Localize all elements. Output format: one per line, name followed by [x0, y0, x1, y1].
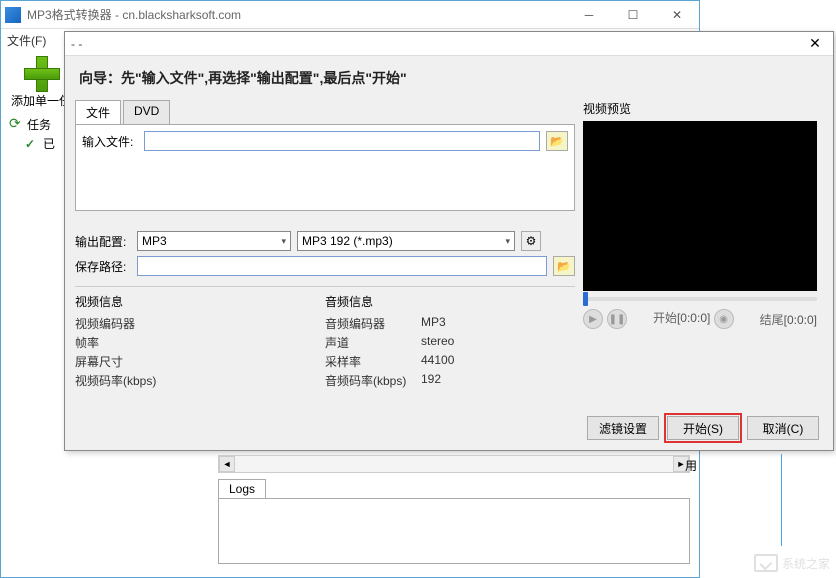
input-file-field[interactable] [144, 131, 540, 151]
video-info: 视频信息 视频编码器 帧率 屏幕尺寸 视频码率(kbps) [75, 293, 325, 390]
preview-label: 视频预览 [583, 100, 817, 117]
screensize-label: 屏幕尺寸 [75, 353, 171, 370]
add-single-task-button[interactable]: 添加单一任 [11, 54, 71, 109]
format-selected: MP3 [142, 234, 167, 248]
app-icon [5, 7, 21, 23]
start-time-label: 开始 [653, 311, 677, 325]
video-encoder-label: 视频编码器 [75, 315, 171, 332]
tab-dvd[interactable]: DVD [123, 100, 170, 124]
audio-bitrate-label: 音频码率(kbps) [325, 372, 421, 389]
pause-button[interactable]: ❚❚ [607, 309, 627, 329]
left-pane: 文件 DVD 输入文件: 输出配置: MP3 ▾ [75, 100, 575, 390]
window-controls: ─ ☐ ✕ [567, 1, 699, 29]
tab-file[interactable]: 文件 [75, 100, 121, 124]
gear-icon: ⚙ [526, 234, 537, 248]
titlebar: MP3格式转换器 - cn.blacksharksoft.com ─ ☐ ✕ [1, 1, 699, 29]
chevron-down-icon: ▾ [281, 236, 286, 247]
folder-icon [550, 134, 564, 148]
format-select[interactable]: MP3 ▾ [137, 231, 291, 251]
bottom-area: ◄ ► Logs [218, 455, 690, 564]
tree-label: 已 [43, 135, 55, 152]
folder-icon [557, 259, 571, 273]
channel-label: 声道 [325, 334, 421, 351]
refresh-icon [9, 118, 23, 132]
close-button[interactable]: ✕ [655, 1, 699, 29]
dialog-close-button[interactable]: ✕ [803, 34, 827, 54]
video-preview [583, 121, 817, 291]
horizontal-scrollbar[interactable]: ◄ ► [218, 455, 690, 473]
tab-content-file: 输入文件: [75, 125, 575, 211]
play-button[interactable]: ▶ [583, 309, 603, 329]
divider-line [781, 454, 782, 546]
logs-textarea[interactable] [218, 498, 690, 564]
preset-select[interactable]: MP3 192 (*.mp3) ▾ [297, 231, 515, 251]
input-tabs: 文件 DVD [75, 100, 575, 125]
tree-label: 任务 [27, 116, 51, 133]
chevron-down-icon: ▾ [505, 236, 510, 247]
cancel-button[interactable]: 取消(C) [747, 416, 819, 440]
add-single-label: 添加单一任 [11, 92, 71, 109]
check-icon [25, 137, 39, 151]
preset-settings-button[interactable]: ⚙ [521, 231, 541, 251]
watermark: 系统之家 [754, 554, 830, 572]
scroll-left-button[interactable]: ◄ [219, 456, 235, 472]
audio-info-heading: 音频信息 [325, 293, 575, 310]
wizard-dialog: - - ✕ 向导：先"输入文件",再选择"输出配置",最后点"开始" 文件 DV… [64, 31, 834, 451]
browse-input-button[interactable] [546, 131, 568, 151]
transport-controls: ▶ ❚❚ 开始[0:0:0] ◉ 结尾[0:0:0] [583, 309, 817, 329]
output-config-label: 输出配置: [75, 233, 131, 250]
end-time-label: 结尾 [760, 313, 784, 327]
house-icon [754, 554, 778, 572]
input-file-label: 输入文件: [82, 133, 138, 150]
channel-value: stereo [421, 334, 454, 351]
seek-slider[interactable] [583, 297, 817, 301]
dialog-titlebar: - - ✕ [65, 32, 833, 56]
save-path-field[interactable] [137, 256, 547, 276]
preview-pane: 视频预览 ▶ ❚❚ 开始[0:0:0] ◉ 结尾[0:0:0] [583, 100, 817, 390]
use-label: 用 [685, 457, 697, 474]
seek-thumb[interactable] [583, 292, 588, 306]
minimize-button[interactable]: ─ [567, 1, 611, 29]
plus-icon [22, 54, 60, 92]
start-button[interactable]: 开始(S) [667, 416, 739, 440]
menu-file[interactable]: 文件(F) [7, 32, 46, 49]
info-section: 视频信息 视频编码器 帧率 屏幕尺寸 视频码率(kbps) 音频信息 音频编码器… [75, 286, 575, 390]
window-title: MP3格式转换器 - cn.blacksharksoft.com [27, 6, 567, 23]
browse-save-button[interactable] [553, 256, 575, 276]
audio-encoder-value: MP3 [421, 315, 446, 332]
dialog-title: - - [71, 37, 803, 51]
dialog-footer: 滤镜设置 开始(S) 取消(C) [587, 416, 819, 440]
audio-info: 音频信息 音频编码器MP3 声道stereo 采样率44100 音频码率(kbp… [325, 293, 575, 390]
end-time-value: [0:0:0] [784, 313, 817, 327]
start-time-value: [0:0:0] [677, 311, 710, 325]
save-path-label: 保存路径: [75, 258, 131, 275]
samplerate-value: 44100 [421, 353, 454, 370]
preset-selected: MP3 192 (*.mp3) [302, 234, 393, 248]
framerate-label: 帧率 [75, 334, 171, 351]
audio-bitrate-value: 192 [421, 372, 441, 389]
wizard-instruction: 向导：先"输入文件",再选择"输出配置",最后点"开始" [65, 56, 833, 100]
samplerate-label: 采样率 [325, 353, 421, 370]
watermark-text: 系统之家 [782, 555, 830, 572]
filter-settings-button[interactable]: 滤镜设置 [587, 416, 659, 440]
video-info-heading: 视频信息 [75, 293, 325, 310]
mark-start-button[interactable]: ◉ [714, 309, 734, 329]
video-bitrate-label: 视频码率(kbps) [75, 372, 171, 389]
logs-tab[interactable]: Logs [218, 479, 266, 498]
maximize-button[interactable]: ☐ [611, 1, 655, 29]
audio-encoder-label: 音频编码器 [325, 315, 421, 332]
